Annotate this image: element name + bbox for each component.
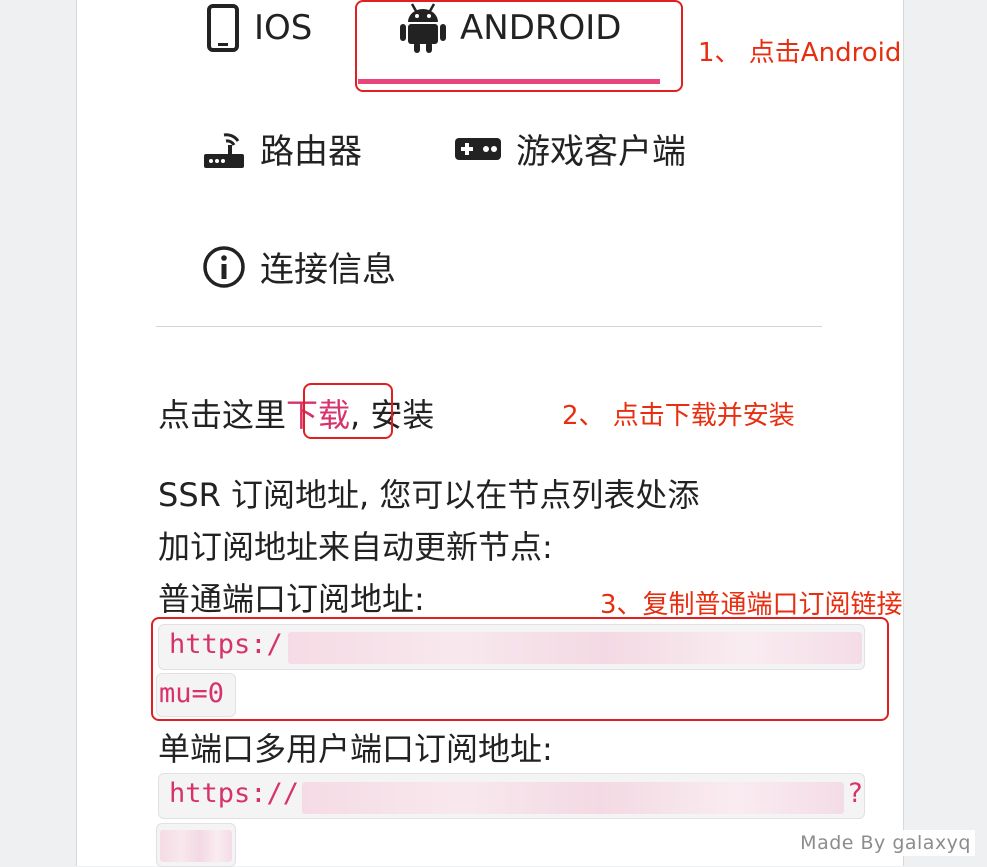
single-port-label: 单端口多用户端口订阅地址: xyxy=(158,730,553,768)
highlight-android-tab xyxy=(355,0,683,92)
tab-connection-info[interactable]: 连接信息 xyxy=(202,242,396,291)
annotation-step1: 1、 点击Android xyxy=(698,38,902,68)
tab-router[interactable]: 路由器 xyxy=(202,124,362,173)
subscription-description-line1: SSR 订阅地址, 您可以在节点列表处添 xyxy=(158,476,700,514)
redacted-url-segment xyxy=(160,830,232,862)
single-port-url-start: https:// xyxy=(169,778,300,809)
tab-game-client[interactable]: 游戏客户端 xyxy=(454,124,686,173)
watermark: Made By galaxyq xyxy=(796,830,975,856)
highlight-normal-port-url xyxy=(151,617,889,721)
info-icon xyxy=(202,245,246,289)
subscription-description-line2: 加订阅地址来自动更新节点: xyxy=(158,528,553,566)
tab-ios-label: IOS xyxy=(254,8,313,48)
divider xyxy=(156,326,822,327)
tab-ios[interactable]: IOS xyxy=(206,4,312,52)
tab-router-label: 路由器 xyxy=(260,132,362,172)
annotation-step3: 3、复制普通端口订阅链接 xyxy=(600,590,903,620)
redacted-url-segment xyxy=(302,782,844,814)
normal-port-label: 普通端口订阅地址: xyxy=(158,580,425,618)
router-icon xyxy=(202,127,246,171)
highlight-download-link xyxy=(303,383,393,439)
phone-icon xyxy=(206,4,240,52)
tab-game-client-label: 游戏客户端 xyxy=(516,132,686,172)
annotation-step2: 2、 点击下载并安装 xyxy=(562,401,795,431)
tab-connection-info-label: 连接信息 xyxy=(260,250,396,290)
single-port-url-tail: ? xyxy=(847,778,864,809)
download-prefix: 点击这里 xyxy=(158,396,287,434)
gamepad-icon xyxy=(454,127,502,171)
